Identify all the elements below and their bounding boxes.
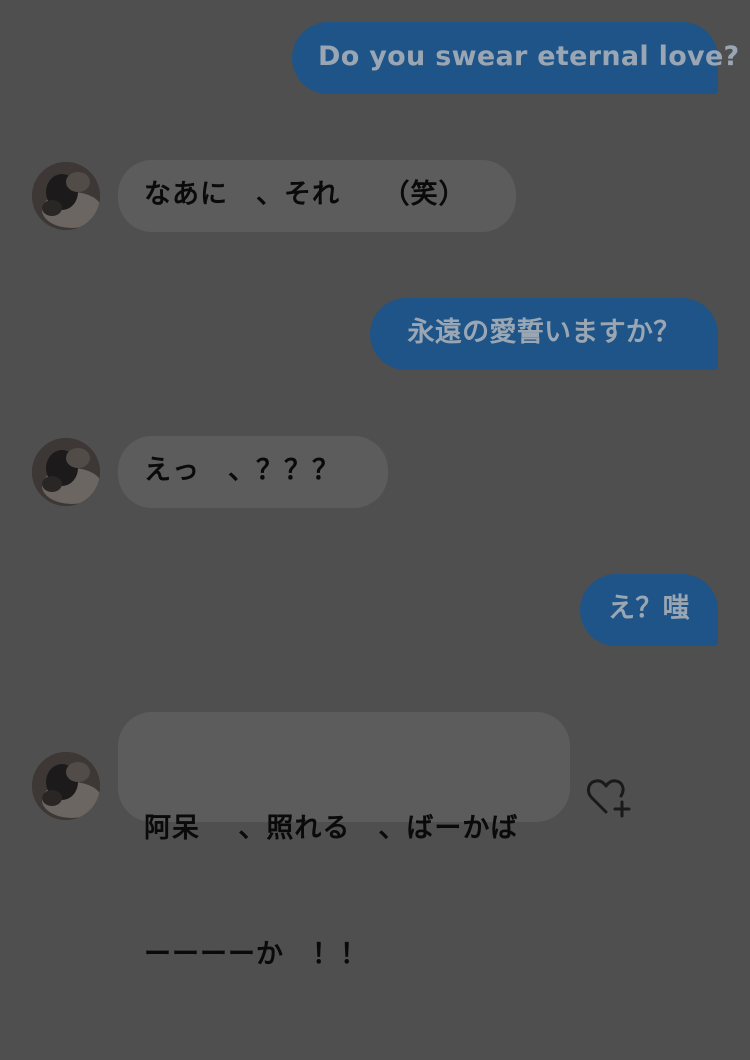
avatar[interactable] bbox=[32, 438, 100, 506]
heart-plus-icon[interactable] bbox=[586, 776, 632, 820]
message-line: 阿呆 、照れる 、ばーかば bbox=[144, 813, 519, 844]
received-message-bubble[interactable]: えっ 、？？？ bbox=[118, 436, 388, 508]
message-line: ーーーーか ！！ bbox=[144, 939, 368, 970]
received-message-bubble[interactable]: なあに 、それ （笑） bbox=[118, 160, 516, 232]
received-message-bubble[interactable]: 阿呆 、照れる 、ばーかば ーーーーか ！！ bbox=[118, 712, 570, 970]
sent-message-bubble[interactable]: 永遠の愛誓いますか？ bbox=[370, 298, 718, 370]
sent-message-bubble[interactable]: Do you swear eternal love? bbox=[292, 22, 739, 94]
avatar[interactable] bbox=[32, 752, 100, 820]
avatar[interactable] bbox=[32, 162, 100, 230]
sent-message-bubble[interactable]: え？嗤 bbox=[580, 574, 718, 646]
chat-thread: Do you swear eternal love? なあに 、それ （笑） 永… bbox=[0, 0, 750, 970]
